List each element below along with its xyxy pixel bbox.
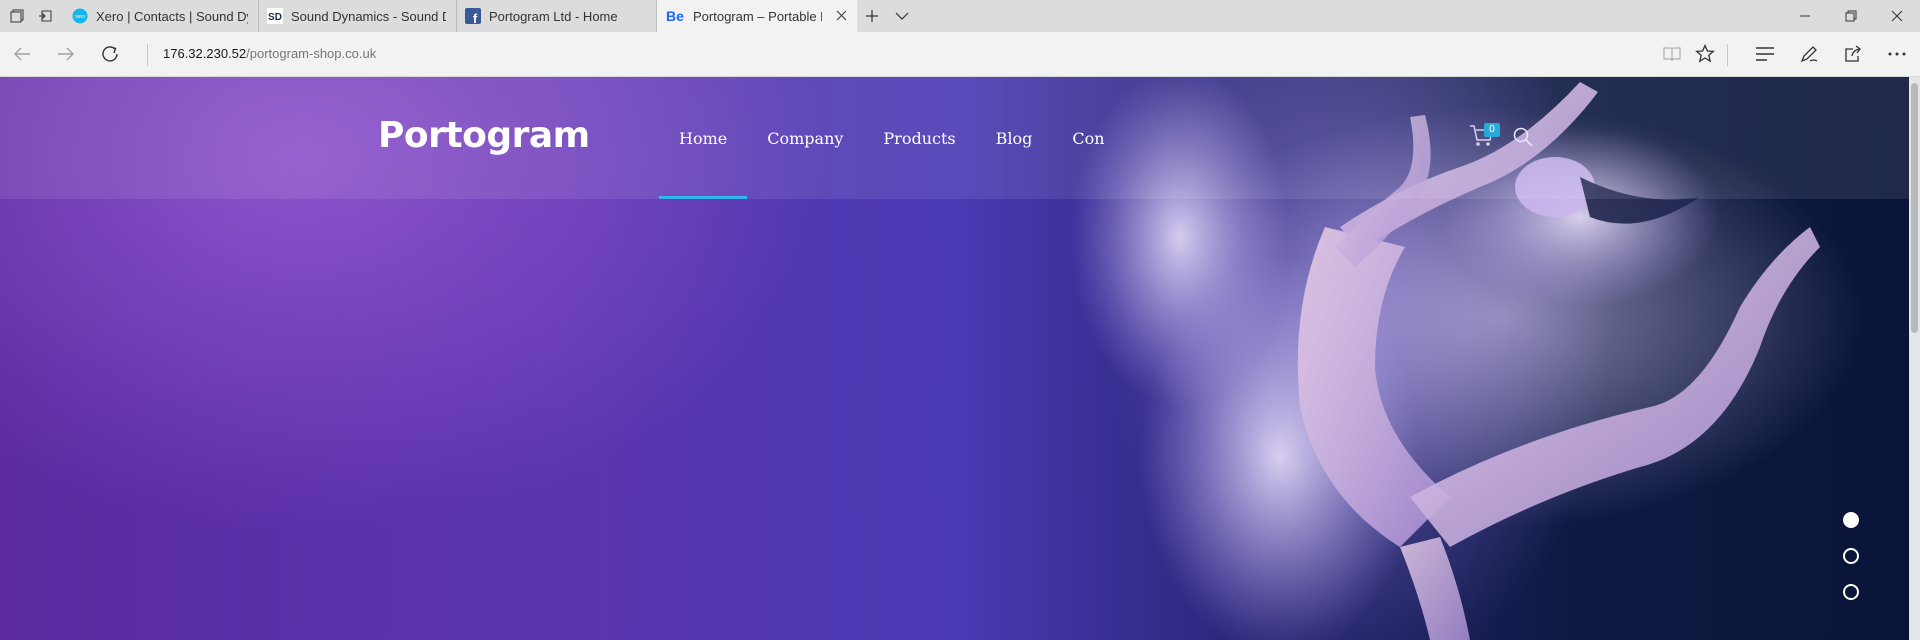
sound-dynamics-icon: SD: [267, 8, 283, 24]
minimize-icon[interactable]: [1782, 0, 1828, 32]
menu-item-company[interactable]: Company: [747, 77, 863, 199]
share-icon[interactable]: [1841, 42, 1865, 66]
set-aside-tabs-icon[interactable]: [34, 5, 56, 27]
web-note-pen-icon[interactable]: [1797, 42, 1821, 66]
menu-item-products[interactable]: Products: [863, 77, 975, 199]
xero-icon: xero: [72, 8, 88, 24]
tab-preview-icon[interactable]: [6, 5, 28, 27]
tab-bar: xero Xero | Contacts | Sound Dyr SD Soun…: [0, 0, 1920, 32]
url-path: /portogram-shop.co.uk: [246, 46, 377, 61]
tab-bar-left-controls: [0, 0, 64, 32]
refresh-icon[interactable]: [98, 42, 122, 66]
tab-portogram-active[interactable]: Be Portogram – Portable D: [657, 0, 857, 32]
slider-dot-3[interactable]: [1843, 584, 1859, 600]
back-arrow-icon[interactable]: [10, 42, 34, 66]
favorite-star-icon[interactable]: [1693, 42, 1717, 66]
site-header: Portogram Home Company Products Blog Con…: [0, 77, 1909, 199]
address-bar: 176.32.230.52/portogram-shop.co.uk: [0, 32, 1920, 77]
window-controls: [1782, 0, 1920, 32]
forward-arrow-icon[interactable]: [54, 42, 78, 66]
close-window-icon[interactable]: [1874, 0, 1920, 32]
tab-portogram-facebook[interactable]: f Portogram Ltd - Home: [457, 0, 657, 32]
page-scrollbar[interactable]: [1909, 77, 1920, 640]
url-host: 176.32.230.52: [163, 46, 247, 61]
reading-view-icon[interactable]: [1660, 42, 1684, 66]
hub-icon[interactable]: [1753, 42, 1777, 66]
search-icon[interactable]: [1512, 126, 1534, 148]
slider-dot-1[interactable]: [1843, 512, 1859, 528]
facebook-icon: f: [465, 8, 481, 24]
url-field[interactable]: 176.32.230.52/portogram-shop.co.uk: [163, 46, 376, 61]
menu-item-contact[interactable]: Con: [1052, 77, 1124, 199]
menu-item-blog[interactable]: Blog: [976, 77, 1053, 199]
address-separator: [147, 44, 148, 66]
scrollbar-thumb[interactable]: [1911, 83, 1918, 333]
tab-sound-dynamics[interactable]: SD Sound Dynamics - Sound D: [259, 0, 457, 32]
tab-title: Portogram Ltd - Home: [489, 8, 618, 24]
page-viewport: Portogram Home Company Products Blog Con…: [0, 77, 1909, 640]
svg-text:xero: xero: [75, 14, 85, 20]
toolbar-separator: [1727, 44, 1728, 66]
tab-title: Portogram – Portable D: [693, 8, 822, 24]
cart-count-badge: 0: [1484, 123, 1500, 137]
close-tab-icon[interactable]: [836, 8, 847, 24]
svg-text:Be: Be: [666, 8, 684, 24]
tab-xero[interactable]: xero Xero | Contacts | Sound Dyr: [64, 0, 259, 32]
chevron-down-icon[interactable]: [887, 0, 917, 32]
new-tab-icon[interactable]: [857, 0, 887, 32]
svg-text:f: f: [473, 11, 478, 24]
behance-icon: Be: [665, 8, 685, 24]
slider-dot-2[interactable]: [1843, 548, 1859, 564]
svg-text:SD: SD: [268, 12, 282, 23]
menu-item-home[interactable]: Home: [659, 77, 748, 199]
main-menu: Home Company Products Blog Con: [659, 77, 1125, 199]
tab-title: Sound Dynamics - Sound D: [291, 8, 446, 24]
tab-title: Xero | Contacts | Sound Dyr: [96, 8, 248, 24]
restore-icon[interactable]: [1828, 0, 1874, 32]
site-logo[interactable]: Portogram: [378, 115, 590, 156]
more-options-icon[interactable]: [1885, 42, 1909, 66]
